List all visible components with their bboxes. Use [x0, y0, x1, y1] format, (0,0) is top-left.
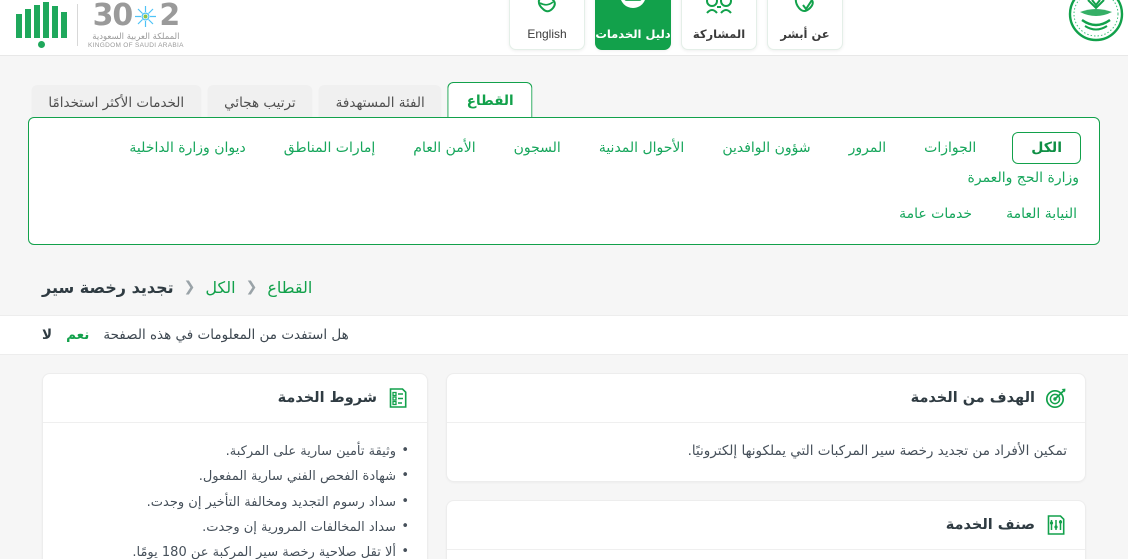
checklist-icon — [387, 387, 409, 409]
left-column: شروط الخدمة وثيقة تأمين سارية على المركب… — [42, 373, 428, 559]
sector-chips-row-2: النيابة العامة خدمات عامة — [47, 200, 1081, 228]
feedback-yes-button[interactable]: نعم — [66, 327, 89, 343]
feedback-bar: هل استفدت من المعلومات في هذه الصفحة نعم… — [0, 315, 1128, 355]
list-item: وثيقة تأمين سارية على المركبة. — [61, 438, 409, 464]
service-class-card-body — [447, 550, 1085, 559]
vision-english-label: KINGDOM OF SAUDI ARABIA — [88, 42, 184, 49]
sector-filter-panel: الكل الجوازات المرور شؤون الوافدين الأحو… — [28, 117, 1100, 245]
sector-chip-public-security[interactable]: الأمن العام — [411, 134, 477, 162]
list-item: سداد المخالفات المرورية إن وجدت. — [61, 514, 409, 540]
breadcrumb-item-sector[interactable]: القطاع — [267, 278, 312, 297]
breadcrumb-separator-icon: ❮ — [183, 279, 196, 295]
list-item: سداد رسوم التجديد ومخالفة التأخير إن وجد… — [61, 489, 409, 515]
saudi-bars-logo-icon — [16, 2, 67, 48]
service-class-icon — [1045, 514, 1067, 536]
vision-number-right: 30 — [92, 0, 134, 33]
service-class-title: صنف الخدمة — [945, 517, 1035, 534]
sector-chip-traffic[interactable]: المرور — [847, 134, 889, 162]
logo-divider — [77, 4, 78, 46]
tab-target-group[interactable]: الفئة المستهدفة — [318, 85, 442, 121]
services-guide-icon — [616, 0, 650, 20]
info-leaf-icon — [792, 0, 818, 20]
sector-chip-public-prosecution[interactable]: النيابة العامة — [1004, 200, 1079, 228]
service-goal-card-body: تمكين الأفراد من تجديد رخصة سير المركبات… — [447, 423, 1085, 481]
sector-chip-civil-affairs[interactable]: الأحوال المدنية — [597, 134, 687, 162]
service-conditions-title: شروط الخدمة — [277, 390, 377, 406]
sector-chip-hajj-umrah[interactable]: وزارة الحج والعمرة — [966, 164, 1081, 192]
sector-chip-expat-affairs[interactable]: شؤون الوافدين — [720, 134, 812, 162]
nav-card-label: English — [527, 27, 567, 41]
feedback-question: هل استفدت من المعلومات في هذه الصفحة — [103, 327, 349, 343]
sector-chip-all[interactable]: الكل — [1012, 132, 1081, 164]
participation-icon — [704, 0, 734, 20]
service-conditions-list: وثيقة تأمين سارية على المركبة. شهادة الف… — [61, 438, 409, 559]
tab-sector[interactable]: القطاع — [447, 82, 533, 121]
sector-chip-passports[interactable]: الجوازات — [922, 134, 978, 162]
breadcrumb-bar: القطاع ❮ الكل ❮ تجديد رخصة سير — [0, 259, 1128, 315]
nav-card-participation[interactable]: المشاركة — [681, 0, 757, 50]
service-conditions-card-header: شروط الخدمة — [43, 374, 427, 423]
right-column: الهدف من الخدمة تمكين الأفراد من تجديد ر… — [446, 373, 1086, 559]
nav-card-label: دليل الخدمات — [595, 27, 671, 41]
main-content: الهدف من الخدمة تمكين الأفراد من تجديد ر… — [0, 355, 1128, 559]
tab-most-used-services[interactable]: الخدمات الأكثر استخدامًا — [31, 85, 202, 121]
service-goal-title: الهدف من الخدمة — [910, 390, 1035, 406]
service-goal-card: الهدف من الخدمة تمكين الأفراد من تجديد ر… — [446, 373, 1086, 483]
header-nav-cards: عن أبشر المشاركة دليل الخدمات English — [509, 0, 843, 50]
vision-number-left: 2 — [159, 0, 180, 33]
service-conditions-card-body: وثيقة تأمين سارية على المركبة. شهادة الف… — [43, 423, 427, 559]
target-icon — [1045, 387, 1067, 409]
breadcrumb-separator-icon: ❮ — [245, 279, 258, 295]
ministry-of-interior-emblem-icon[interactable] — [1068, 0, 1124, 42]
breadcrumb: القطاع ❮ الكل ❮ تجديد رخصة سير — [42, 278, 312, 297]
service-goal-card-header: الهدف من الخدمة — [447, 374, 1085, 423]
service-goal-text: تمكين الأفراد من تجديد رخصة سير المركبات… — [687, 443, 1067, 459]
sector-chip-moi-diwan[interactable]: ديوان وزارة الداخلية — [127, 134, 247, 162]
nav-card-about-absher[interactable]: عن أبشر — [767, 0, 843, 50]
sector-chips-row-1: الكل الجوازات المرور شؤون الوافدين الأحو… — [47, 132, 1081, 192]
vision-flower-icon — [133, 4, 158, 29]
list-item: شهادة الفحص الفني سارية المفعول. — [61, 463, 409, 489]
nav-card-english[interactable]: English — [509, 0, 585, 50]
filter-tabs-area: القطاع الفئة المستهدفة ترتيب هجائي الخدم… — [0, 56, 1128, 121]
breadcrumb-item-current: تجديد رخصة سير — [42, 277, 174, 297]
service-class-card-header: صنف الخدمة — [447, 501, 1085, 551]
service-conditions-card: شروط الخدمة وثيقة تأمين سارية على المركب… — [42, 373, 428, 559]
globe-icon — [534, 0, 560, 20]
filter-tabs: القطاع الفئة المستهدفة ترتيب هجائي الخدم… — [31, 82, 533, 121]
site-header: عن أبشر المشاركة دليل الخدمات English 2 … — [0, 0, 1128, 56]
sector-chip-regional-emirates[interactable]: إمارات المناطق — [282, 134, 378, 162]
list-item: ألا تقل صلاحية رخصة سير المركبة عن 180 ي… — [61, 539, 409, 559]
service-class-card: صنف الخدمة — [446, 500, 1086, 559]
vision-arabic-label: المملكة العربية السعودية — [92, 32, 180, 42]
tab-alphabetical[interactable]: ترتيب هجائي — [207, 85, 313, 121]
nav-card-label: المشاركة — [692, 27, 746, 41]
vision-2030-logo: 2 30 المملكة العربية السعودية KINGDOM OF… — [88, 0, 184, 50]
feedback-no-button[interactable]: لا — [42, 327, 52, 343]
nav-card-label: عن أبشر — [780, 27, 830, 41]
sector-chip-general-services[interactable]: خدمات عامة — [897, 200, 974, 228]
sector-chip-prisons[interactable]: السجون — [512, 134, 563, 162]
nav-card-services-guide[interactable]: دليل الخدمات — [595, 0, 671, 50]
breadcrumb-item-all[interactable]: الكل — [205, 278, 235, 297]
vision-2030-logo-block: 2 30 المملكة العربية السعودية KINGDOM OF… — [16, 0, 184, 50]
